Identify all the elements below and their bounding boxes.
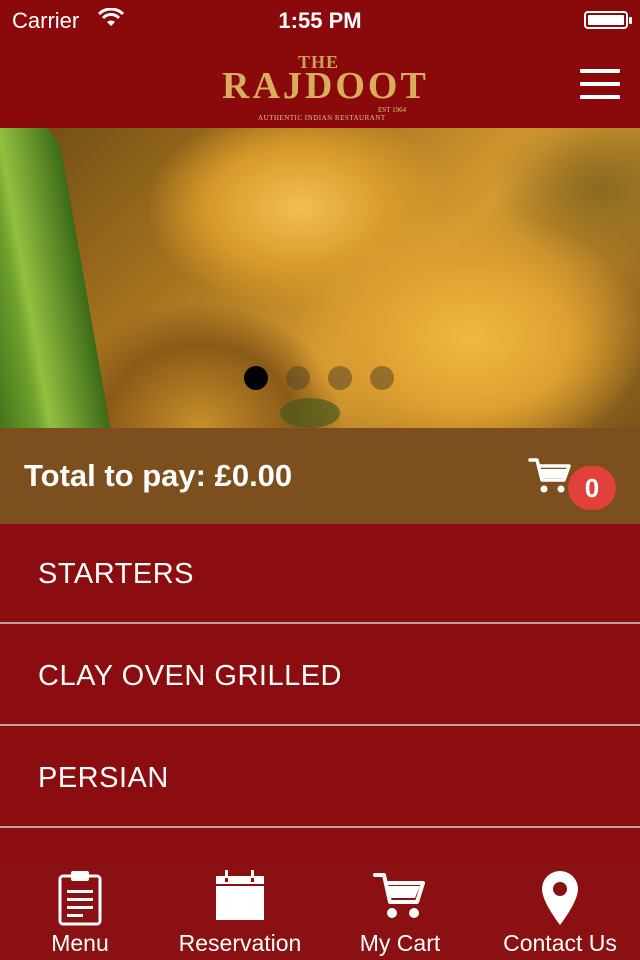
tab-label: Reservation — [178, 930, 302, 956]
category-label: STARTERS — [38, 558, 195, 590]
cart-icon — [373, 873, 425, 918]
tab-contact-us[interactable]: Contact Us — [480, 860, 640, 960]
clipboard-icon — [58, 871, 102, 926]
logo-tagline: AUTHENTIC INDIAN RESTAURANT — [258, 114, 386, 122]
category-label: CLAY OVEN GRILLED — [38, 660, 342, 692]
hero-carousel[interactable] — [0, 128, 640, 428]
app-header: THE RAJDOOT EST 1964 AUTHENTIC INDIAN RE… — [0, 40, 640, 128]
cart-button[interactable]: 0 — [528, 452, 620, 512]
bottom-tab-bar: Menu Reservation My Cart Contact Us — [0, 860, 640, 960]
clock-time: 1:55 PM — [278, 8, 362, 33]
hero-image-chili — [0, 128, 126, 428]
tab-label: Contact Us — [503, 930, 617, 956]
tab-label: My Cart — [359, 930, 441, 956]
category-label: PERSIAN — [38, 762, 169, 794]
carousel-dot-3[interactable] — [328, 366, 352, 390]
location-pin-icon — [542, 871, 578, 925]
carousel-dot-2[interactable] — [286, 366, 310, 390]
total-to-pay: Total to pay: £0.00 — [24, 458, 293, 493]
category-next[interactable] — [0, 830, 640, 860]
tab-menu[interactable]: Menu — [0, 860, 160, 960]
category-persian[interactable]: PERSIAN — [0, 728, 640, 828]
carousel-dot-1[interactable] — [244, 366, 268, 390]
carousel-dot-4[interactable] — [370, 366, 394, 390]
rajdoot-logo: THE RAJDOOT EST 1964 AUTHENTIC INDIAN RE… — [222, 50, 427, 122]
category-starters[interactable]: STARTERS — [0, 524, 640, 624]
logo-est: EST 1964 — [378, 106, 407, 114]
hamburger-icon[interactable] — [580, 69, 620, 99]
menu-category-list: STARTERS CLAY OVEN GRILLED PERSIAN — [0, 524, 640, 860]
hero-image-herb — [280, 398, 340, 428]
status-bar: Carrier 1:55 PM — [0, 0, 640, 40]
tab-my-cart[interactable]: My Cart — [320, 860, 480, 960]
cart-icon — [528, 456, 572, 501]
category-clay-oven-grilled[interactable]: CLAY OVEN GRILLED — [0, 626, 640, 726]
cart-count-badge: 0 — [568, 466, 616, 510]
tab-label: Menu — [51, 930, 109, 956]
battery-icon — [584, 11, 632, 29]
logo-name: RAJDOOT — [222, 65, 429, 107]
cart-summary-bar: Total to pay: £0.00 0 — [0, 428, 640, 524]
tab-reservation[interactable]: Reservation — [160, 860, 320, 960]
calendar-icon — [216, 870, 264, 920]
